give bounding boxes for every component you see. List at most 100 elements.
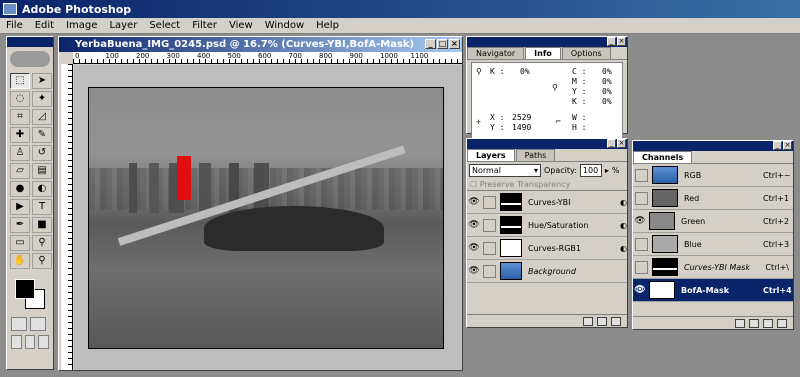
channel-row[interactable]: Blue Ctrl+3 [633, 233, 793, 256]
move-tool-icon[interactable]: ➤ [32, 73, 52, 89]
notes-tool-icon[interactable]: ▭ [10, 235, 30, 251]
opacity-input[interactable]: 100 [579, 164, 602, 177]
dodge-tool-icon[interactable]: ◐ [32, 181, 52, 197]
channel-row[interactable]: Curves-YBI Mask Ctrl+\ [633, 256, 793, 279]
shape-tool-icon[interactable]: ■ [32, 217, 52, 233]
hand-tool-icon[interactable]: ✋ [10, 253, 30, 269]
channel-row[interactable]: 👁 BofA-Mask Ctrl+4 [633, 279, 793, 302]
stamp-tool-icon[interactable]: ♙ [10, 145, 30, 161]
tab-channels[interactable]: Channels [633, 151, 693, 163]
marquee-tool-icon[interactable]: ⬚ [10, 73, 30, 89]
vertical-ruler[interactable] [61, 64, 73, 370]
layer-row[interactable]: 👁 Hue/Saturation ◐ [467, 214, 627, 237]
channels-tabs: Channels [633, 151, 793, 164]
menu-window[interactable]: Window [259, 20, 310, 31]
channel-row[interactable]: Red Ctrl+1 [633, 187, 793, 210]
link-box[interactable] [483, 241, 496, 255]
visibility-box[interactable] [635, 191, 648, 205]
new-channel-button[interactable] [763, 318, 773, 328]
eye-icon[interactable]: 👁 [467, 220, 481, 230]
tab-layers[interactable]: Layers [467, 149, 515, 161]
document-titlebar[interactable]: YerbaBuena_IMG_0245.psd @ 16.7% (Curves-… [59, 37, 462, 52]
menu-file[interactable]: File [0, 20, 29, 31]
eyedropper-tool-icon[interactable]: ⚲ [32, 235, 52, 251]
channel-row[interactable]: 👁 Green Ctrl+2 [633, 210, 793, 233]
fullscreen-menu-button[interactable] [24, 335, 36, 349]
layers-panel-header[interactable]: _ × [467, 139, 627, 149]
channels-panel-header[interactable]: _ × [633, 141, 793, 151]
link-box[interactable] [483, 195, 496, 209]
standard-screen-button[interactable] [11, 335, 22, 349]
eraser-tool-icon[interactable]: ▱ [10, 163, 30, 179]
load-selection-button[interactable] [735, 318, 745, 328]
tab-options[interactable]: Options [561, 47, 611, 59]
layer-row[interactable]: 👁 Curves-YBI ◐ [467, 191, 627, 214]
channel-name: Green [681, 216, 706, 226]
menu-filter[interactable]: Filter [186, 20, 223, 31]
menu-select[interactable]: Select [143, 20, 186, 31]
channel-row[interactable]: RGB Ctrl+~ [633, 164, 793, 187]
tab-navigator[interactable]: Navigator [467, 47, 525, 59]
minimize-button[interactable]: _ [425, 39, 436, 49]
type-tool-icon[interactable]: T [32, 199, 52, 215]
blend-mode-select[interactable]: Normal ▾ [469, 164, 541, 177]
panel-minimize-button[interactable]: _ [607, 139, 616, 148]
panel-minimize-button[interactable]: _ [607, 37, 616, 46]
menu-layer[interactable]: Layer [103, 20, 143, 31]
save-selection-button[interactable] [749, 318, 759, 328]
gradient-tool-icon[interactable]: ▤ [32, 163, 52, 179]
add-mask-button[interactable] [583, 316, 593, 326]
eye-icon[interactable]: 👁 [467, 266, 481, 276]
chevron-down-icon: ▾ [533, 166, 538, 175]
path-select-tool-icon[interactable]: ▶ [10, 199, 30, 215]
history-brush-tool-icon[interactable]: ↺ [32, 145, 52, 161]
fullscreen-button[interactable] [38, 335, 50, 349]
info-panel-header[interactable]: _ × [467, 37, 627, 47]
tab-info[interactable]: Info [525, 47, 561, 59]
layer-row[interactable]: 👁 Curves-RGB1 ◐ [467, 237, 627, 260]
healing-tool-icon[interactable]: ✚ [10, 127, 30, 143]
close-button[interactable]: × [449, 39, 460, 49]
delete-layer-button[interactable] [611, 316, 621, 326]
crop-tool-icon[interactable]: ⌗ [10, 109, 30, 125]
zoom-tool-icon[interactable]: ⚲ [32, 253, 52, 269]
link-box[interactable] [483, 264, 496, 278]
layer-row[interactable]: 👁 Background [467, 260, 627, 283]
visibility-box[interactable] [635, 260, 648, 274]
menu-edit[interactable]: Edit [29, 20, 60, 31]
link-box[interactable] [483, 218, 496, 232]
eye-icon[interactable]: 👁 [633, 216, 647, 226]
eye-icon[interactable]: 👁 [467, 243, 481, 253]
lasso-tool-icon[interactable]: ◌ [10, 91, 30, 107]
slice-tool-icon[interactable]: ◿ [32, 109, 52, 125]
tab-paths[interactable]: Paths [515, 149, 556, 161]
visibility-box[interactable] [635, 168, 648, 182]
eye-icon[interactable]: 👁 [467, 197, 481, 207]
toolbox-header[interactable] [7, 37, 53, 47]
canvas-area[interactable] [74, 65, 462, 370]
menu-image[interactable]: Image [60, 20, 103, 31]
new-layer-button[interactable] [597, 316, 607, 326]
menu-view[interactable]: View [223, 20, 259, 31]
brush-tool-icon[interactable]: ✎ [32, 127, 52, 143]
opacity-stepper-icon[interactable]: ▸ [605, 166, 609, 175]
eye-logo-icon[interactable] [10, 51, 50, 67]
panel-close-button[interactable]: × [783, 141, 792, 150]
quickmask-mode-button[interactable] [30, 317, 46, 331]
panel-close-button[interactable]: × [617, 139, 626, 148]
menu-help[interactable]: Help [310, 20, 345, 31]
visibility-box[interactable] [635, 237, 648, 251]
blur-tool-icon[interactable]: ● [10, 181, 30, 197]
panel-close-button[interactable]: × [617, 37, 626, 46]
foreground-color-swatch[interactable] [15, 279, 35, 299]
k-value: 0% [520, 67, 530, 76]
magic-wand-tool-icon[interactable]: ✦ [32, 91, 52, 107]
eye-icon[interactable]: 👁 [633, 285, 647, 295]
preserve-checkbox[interactable]: ☐ [470, 180, 477, 189]
pen-tool-icon[interactable]: ✒ [10, 217, 30, 233]
delete-channel-button[interactable] [777, 318, 787, 328]
maximize-button[interactable]: □ [437, 39, 448, 49]
panel-minimize-button[interactable]: _ [773, 141, 782, 150]
standard-mode-button[interactable] [11, 317, 27, 331]
photo-image[interactable] [88, 87, 444, 349]
